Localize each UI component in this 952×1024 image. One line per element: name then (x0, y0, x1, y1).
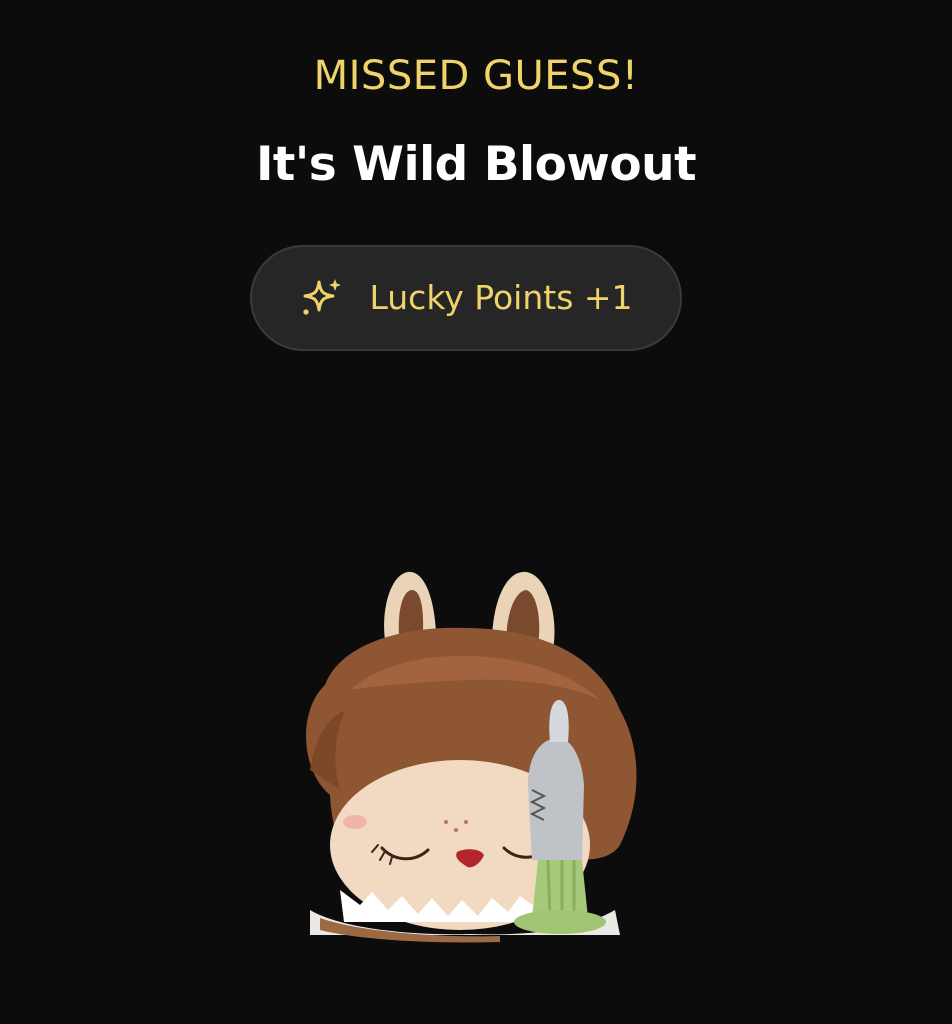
lucky-points-label: Lucky Points +1 (369, 278, 633, 317)
result-title: It's Wild Blowout (255, 137, 697, 192)
sparkle-icon (303, 279, 342, 315)
result-heading: MISSED GUESS! (313, 53, 639, 99)
figure-image (306, 571, 637, 943)
lucky-points-badge: Lucky Points +1 (250, 245, 682, 351)
